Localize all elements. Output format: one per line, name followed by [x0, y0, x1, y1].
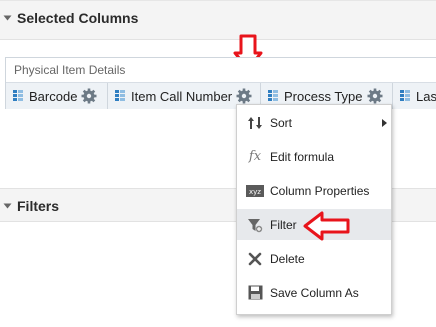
delete-x-icon: [245, 249, 265, 269]
column-label: Item Call Number: [131, 88, 233, 104]
menu-item-edit-formula[interactable]: fx Edit formula: [237, 141, 391, 172]
gear-icon[interactable]: [236, 88, 252, 104]
menu-item-label: Save Column As: [270, 285, 359, 300]
collapse-triangle-icon[interactable]: [3, 203, 12, 209]
column-icon: [115, 90, 125, 102]
svg-text:xyz: xyz: [249, 188, 261, 196]
physical-item-details-group: Physical Item Details Barcode Item Call …: [5, 57, 436, 109]
column-label: Process Type: [284, 88, 363, 104]
menu-item-sort[interactable]: Sort: [237, 107, 391, 138]
menu-item-label: Edit formula: [270, 149, 335, 164]
gear-icon[interactable]: [367, 88, 383, 104]
fx-icon: fx: [248, 149, 262, 164]
selected-columns-title: Selected Columns: [17, 10, 139, 26]
column-icon: [13, 90, 23, 102]
menu-item-label: Column Properties: [270, 183, 370, 198]
group-label: Physical Item Details: [14, 63, 126, 77]
menu-item-label: Filter: [270, 217, 297, 232]
menu-item-column-properties[interactable]: xyz Column Properties: [237, 175, 391, 206]
menu-item-label: Sort: [270, 115, 293, 130]
filters-title: Filters: [17, 198, 60, 214]
column-icon: [268, 90, 278, 102]
submenu-arrow-icon: [382, 119, 387, 127]
column-properties-icon: xyz: [245, 181, 265, 201]
column-last[interactable]: Las: [393, 83, 436, 109]
collapse-triangle-icon[interactable]: [3, 15, 12, 21]
column-label: Barcode: [29, 88, 78, 104]
menu-item-save-column-as[interactable]: Save Column As: [237, 277, 391, 308]
column-label: Las: [416, 88, 436, 104]
sort-icon: [245, 113, 265, 133]
selected-columns-header[interactable]: Selected Columns: [0, 0, 436, 40]
save-icon: [245, 283, 265, 303]
red-left-arrow-annotation: [303, 211, 350, 241]
column-icon: [400, 90, 410, 102]
column-barcode[interactable]: Barcode: [6, 83, 108, 109]
menu-item-label: Delete: [270, 251, 305, 266]
menu-item-delete[interactable]: Delete: [237, 243, 391, 274]
filter-icon: [245, 215, 265, 235]
gear-icon[interactable]: [81, 88, 97, 104]
